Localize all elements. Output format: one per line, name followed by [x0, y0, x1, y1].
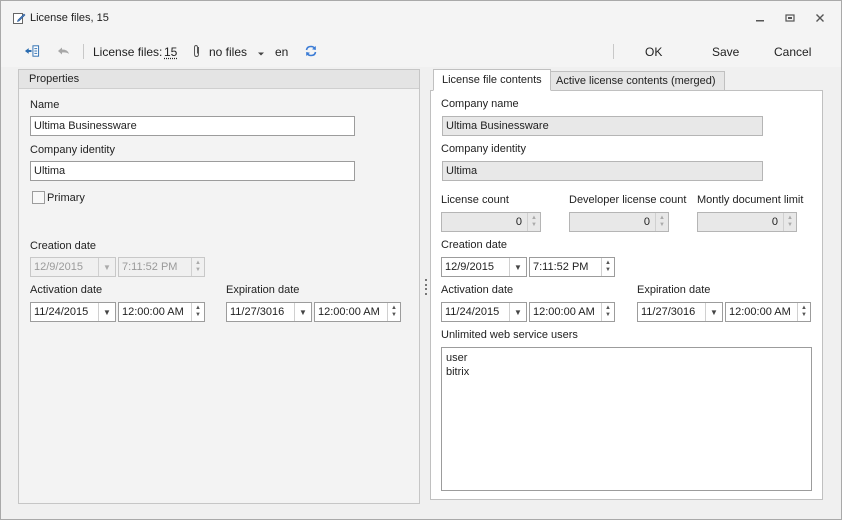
spinner-arrows-icon: ▲ ▼ [655, 213, 668, 231]
spinner-arrows-icon: ▲ ▼ [527, 213, 540, 231]
expiration-time-value: 12:00:00 AM [729, 306, 791, 318]
company-name-label: Company name [441, 98, 519, 110]
edit-document-icon [12, 11, 26, 25]
restore-icon [785, 14, 795, 22]
spinner-arrows-icon[interactable]: ▲ ▼ [191, 303, 204, 321]
activation-time-value: 12:00:00 AM [533, 306, 595, 318]
expiration-date-picker[interactable]: 11/27/3016 ▼ [226, 302, 312, 322]
spinner-arrows-icon[interactable]: ▲ ▼ [387, 303, 400, 321]
creation-date-value: 12/9/2015 [445, 261, 494, 273]
primary-checkbox[interactable] [32, 191, 45, 204]
creation-date-picker: 12/9/2015 ▼ [30, 257, 116, 277]
reply-icon[interactable] [56, 43, 72, 59]
chevron-down-icon[interactable]: ▼ [98, 303, 115, 321]
license-file-contents-panel: Company name Ultima Businessware Company… [430, 90, 823, 500]
spinner-arrows-icon[interactable]: ▲ ▼ [601, 258, 614, 276]
activation-time-spinner[interactable]: 12:00:00 AM ▲ ▼ [118, 302, 205, 322]
company-identity-label: Company identity [441, 143, 526, 155]
activation-time-value: 12:00:00 AM [122, 306, 184, 318]
company-identity-field: Ultima [442, 161, 763, 181]
language-selector[interactable]: en [275, 45, 288, 59]
company-identity-input[interactable]: Ultima [30, 161, 355, 181]
expiration-date-picker[interactable]: 11/27/3016 ▼ [637, 302, 723, 322]
chevron-down-icon[interactable]: ▼ [294, 303, 311, 321]
activation-date-picker[interactable]: 11/24/2015 ▼ [441, 302, 527, 322]
expiration-time-spinner[interactable]: 12:00:00 AM ▲ ▼ [725, 302, 811, 322]
activation-time-spinner[interactable]: 12:00:00 AM ▲ ▼ [529, 302, 615, 322]
expiration-date-value: 11/27/3016 [230, 306, 285, 318]
spinner-arrows-icon: ▲ ▼ [783, 213, 796, 231]
expiration-date-value: 11/27/3016 [641, 306, 696, 318]
activation-date-label: Activation date [441, 284, 514, 296]
properties-panel: Properties Name Ultima Businessware Comp… [18, 69, 420, 504]
list-item[interactable]: bitrix [446, 365, 807, 379]
tab-active-license-contents[interactable]: Active license contents (merged) [547, 71, 725, 91]
creation-date-picker[interactable]: 12/9/2015 ▼ [441, 257, 527, 277]
window-title: License files, 15 [30, 12, 109, 24]
spinner-arrows-icon[interactable]: ▲ ▼ [797, 303, 810, 321]
spinner-arrows-icon: ▲ ▼ [191, 258, 204, 276]
creation-time-value: 7:11:52 PM [533, 261, 589, 273]
close-icon [816, 14, 824, 22]
tab-license-file-contents[interactable]: License file contents [433, 69, 551, 91]
refresh-icon[interactable] [303, 43, 319, 59]
cancel-button[interactable]: Cancel [774, 45, 811, 59]
ok-button[interactable]: OK [645, 45, 662, 59]
attachments-dropdown[interactable]: no files [209, 45, 247, 59]
creation-date-label: Creation date [30, 240, 97, 252]
chevron-down-icon[interactable]: ▼ [705, 303, 722, 321]
developer-license-count-field: 0 ▲ ▼ [569, 212, 669, 232]
license-files-count-link[interactable]: 15 [164, 45, 177, 59]
chevron-down-icon: ▼ [98, 258, 115, 276]
navigate-list-icon[interactable] [24, 43, 40, 59]
creation-date-label: Creation date [441, 239, 508, 251]
company-identity-label: Company identity [30, 144, 115, 156]
license-count-label: License count [441, 194, 509, 206]
toolbar-separator [83, 44, 84, 59]
creation-time-spinner: 7:11:52 PM ▲ ▼ [118, 257, 205, 277]
chevron-down-icon[interactable]: ▼ [509, 258, 526, 276]
chevron-down-icon[interactable]: ▼ [509, 303, 526, 321]
company-name-field: Ultima Businessware [442, 116, 763, 136]
license-count-field: 0 ▲ ▼ [441, 212, 541, 232]
monthly-document-limit-field: 0 ▲ ▼ [697, 212, 797, 232]
activation-date-value: 11/24/2015 [445, 306, 500, 318]
minimize-icon [756, 20, 764, 22]
expiration-time-value: 12:00:00 AM [318, 306, 380, 318]
monthly-document-limit-value: 0 [771, 216, 778, 228]
restore-button[interactable] [782, 10, 798, 26]
monthly-document-limit-label: Montly document limit [697, 194, 804, 206]
name-label: Name [30, 99, 60, 111]
activation-date-picker[interactable]: 11/24/2015 ▼ [30, 302, 116, 322]
expiration-date-label: Expiration date [226, 284, 300, 296]
creation-time-spinner[interactable]: 7:11:52 PM ▲ ▼ [529, 257, 615, 277]
panel-splitter[interactable] [424, 279, 427, 295]
activation-date-label: Activation date [30, 284, 103, 296]
license-count-value: 0 [515, 216, 522, 228]
minimize-button[interactable] [752, 10, 768, 26]
chevron-down-icon[interactable] [253, 46, 269, 62]
paperclip-icon [189, 43, 205, 59]
save-button[interactable]: Save [712, 45, 739, 59]
close-button[interactable] [812, 10, 828, 26]
developer-license-count-label: Developer license count [569, 194, 687, 206]
title-bar: License files, 15 [1, 1, 841, 35]
creation-time-value: 7:11:52 PM [122, 261, 178, 273]
creation-date-value: 12/9/2015 [34, 261, 83, 273]
developer-license-count-value: 0 [643, 216, 650, 228]
unlimited-web-service-users-list[interactable]: user bitrix [441, 347, 812, 491]
activation-date-value: 11/24/2015 [34, 306, 89, 318]
primary-label: Primary [47, 192, 85, 204]
expiration-time-spinner[interactable]: 12:00:00 AM ▲ ▼ [314, 302, 401, 322]
toolbar: License files: 15 no files en OK Save Ca… [1, 35, 841, 67]
name-input[interactable]: Ultima Businessware [30, 116, 355, 136]
toolbar-separator [613, 44, 614, 59]
properties-header: Properties [19, 70, 419, 89]
license-files-window: License files, 15 License files: 15 no f… [0, 0, 842, 520]
expiration-date-label: Expiration date [637, 284, 711, 296]
license-files-label: License files: [93, 45, 163, 59]
list-item[interactable]: user [446, 351, 807, 365]
unlimited-web-service-users-label: Unlimited web service users [441, 329, 578, 341]
spinner-arrows-icon[interactable]: ▲ ▼ [601, 303, 614, 321]
